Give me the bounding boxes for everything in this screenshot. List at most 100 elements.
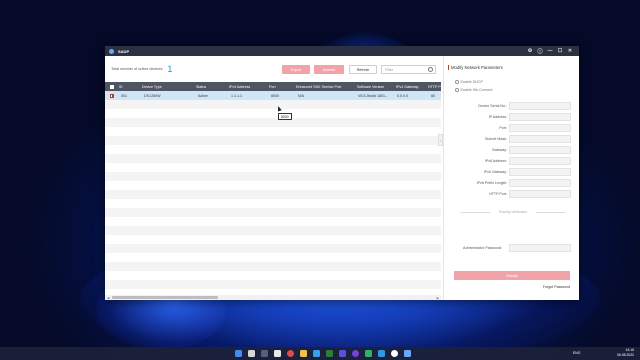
device-table-body: 001 DS-I250W Active 1.1.1.1 8000 N/A V5.… [105, 91, 441, 291]
security-verification-divider: Security Verification [460, 210, 566, 214]
device-serial-input[interactable] [509, 102, 571, 110]
header-ipv4-gateway[interactable]: IPv4 Gateway [396, 85, 423, 89]
cell-status: Active [198, 93, 208, 98]
ipv6-gateway-input[interactable] [509, 168, 571, 176]
filter-placeholder: Filter [385, 67, 393, 72]
refresh-button[interactable]: Refresh [349, 65, 377, 74]
maximize-button[interactable]: ☐ [555, 48, 565, 54]
toolbar: Total number of online devices: 1 Export… [105, 56, 441, 82]
viber-icon[interactable] [352, 350, 359, 357]
export-button[interactable]: Export [282, 65, 310, 74]
empty-row [105, 226, 441, 235]
empty-row [105, 244, 441, 253]
field-ipv6-address: IPv6 Address: [444, 157, 580, 166]
empty-row [105, 208, 441, 217]
header-device-type[interactable]: Device Type [142, 85, 162, 89]
enable-dhcp-option[interactable]: Enable DHCP [455, 80, 483, 84]
header-enhanced-sdk-port[interactable]: Enhanced SDK Service Port [296, 85, 351, 89]
empty-row [105, 163, 441, 172]
empty-row [105, 109, 441, 118]
teams-icon[interactable] [339, 350, 346, 357]
empty-row [105, 271, 441, 280]
empty-row [105, 199, 441, 208]
task-view-icon[interactable] [261, 350, 268, 357]
modify-button[interactable]: Modify [454, 271, 570, 280]
http-port-input[interactable] [509, 190, 571, 198]
info-icon[interactable]: ⓘ [535, 48, 545, 55]
cell-enhanced-sdk-port: N/A [298, 93, 304, 98]
cell-port: 8000 [271, 93, 279, 98]
ipv6-gateway-label: IPv6 Gateway: [483, 170, 507, 174]
app-icon[interactable] [365, 350, 372, 357]
widgets-icon[interactable] [274, 350, 281, 357]
device-serial-label: Device Serial No.: [478, 104, 507, 108]
enable-dhcp-label: Enable DHCP [460, 80, 483, 84]
ip-address-input[interactable] [509, 113, 571, 121]
empty-row [105, 145, 441, 154]
header-http-port[interactable]: HTTP Port [428, 85, 441, 89]
port-tooltip: 8000 [278, 113, 292, 120]
admin-password-label: Administrator Password: [463, 246, 502, 250]
app-icon[interactable] [326, 350, 333, 357]
start-icon[interactable] [235, 350, 242, 357]
enable-hik-connect-option[interactable]: Enable Hik-Connect [455, 88, 492, 92]
scroll-right-icon[interactable]: ▶ [437, 296, 439, 300]
language-indicator[interactable]: ENG [573, 351, 580, 355]
scrollbar-thumb[interactable] [112, 296, 218, 299]
http-port-label: HTTP Port: [489, 192, 507, 196]
empty-row [105, 262, 441, 271]
empty-row [105, 136, 441, 145]
header-software-version[interactable]: Software Version [357, 85, 394, 89]
field-http-port: HTTP Port: [444, 190, 580, 199]
forgot-password-link[interactable]: Forgot Password [543, 285, 570, 289]
window-title: SADP [118, 48, 130, 54]
browser-icon[interactable] [287, 350, 294, 357]
row-checkbox[interactable] [110, 93, 114, 98]
empty-row [105, 154, 441, 163]
search-taskbar-icon[interactable] [248, 350, 255, 357]
port-label: Port: [499, 126, 507, 130]
sadp-taskbar-icon[interactable] [404, 350, 411, 357]
file-explorer-icon[interactable] [300, 350, 307, 357]
enable-dhcp-radio[interactable] [455, 80, 459, 84]
ipv6-prefix-length-label: IPv6 Prefix Length: [476, 181, 507, 185]
header-ipv4-address[interactable]: IPv4 Address [229, 85, 250, 89]
search-icon[interactable] [428, 67, 433, 72]
app-logo-icon [109, 48, 114, 54]
filter-input[interactable]: Filter [381, 65, 436, 74]
activate-button[interactable]: Activate [314, 65, 344, 74]
header-id[interactable]: ID [119, 85, 123, 89]
subnet-mask-label: Subnet Mask: [485, 137, 507, 141]
scroll-left-icon[interactable]: ◀ [107, 296, 109, 300]
admin-password-input[interactable] [509, 244, 571, 252]
field-ip-address: IP Address: [444, 113, 580, 122]
empty-row [105, 190, 441, 199]
ipv6-prefix-length-input[interactable] [509, 179, 571, 187]
edge-icon[interactable] [313, 350, 320, 357]
device-list-pane: Total number of online devices: 1 Export… [105, 56, 443, 300]
cell-software-version: V5.5.2build 1801... [358, 93, 388, 98]
select-all-checkbox[interactable] [110, 84, 114, 89]
field-gateway: Gateway: [444, 146, 580, 155]
field-subnet-mask: Subnet Mask: [444, 135, 580, 144]
cell-http-port: 80 [431, 93, 435, 98]
subnet-mask-input[interactable] [509, 135, 571, 143]
port-input[interactable] [509, 124, 571, 132]
empty-row [105, 253, 441, 262]
gateway-input[interactable] [509, 146, 571, 154]
gateway-label: Gateway: [491, 148, 507, 152]
close-button[interactable]: ✕ [565, 48, 575, 54]
settings-icon[interactable]: ⚙ [525, 48, 535, 54]
minimize-button[interactable]: — [545, 48, 555, 54]
enable-hik-connect-radio[interactable] [455, 88, 459, 92]
ipv6-address-input[interactable] [509, 157, 571, 165]
header-port[interactable]: Port [269, 85, 276, 89]
clock[interactable]: 14:16 06.08.2022 [617, 348, 634, 358]
clock-date: 06.08.2022 [617, 353, 634, 357]
header-status[interactable]: Status [196, 85, 206, 89]
table-row[interactable]: 001 DS-I250W Active 1.1.1.1 8000 N/A V5.… [105, 91, 441, 100]
horizontal-scrollbar[interactable]: ◀ ▶ [105, 295, 441, 300]
telegram-icon[interactable] [378, 350, 385, 357]
cell-device-type: DS-I250W [144, 93, 161, 98]
chrome-icon[interactable] [391, 350, 398, 357]
